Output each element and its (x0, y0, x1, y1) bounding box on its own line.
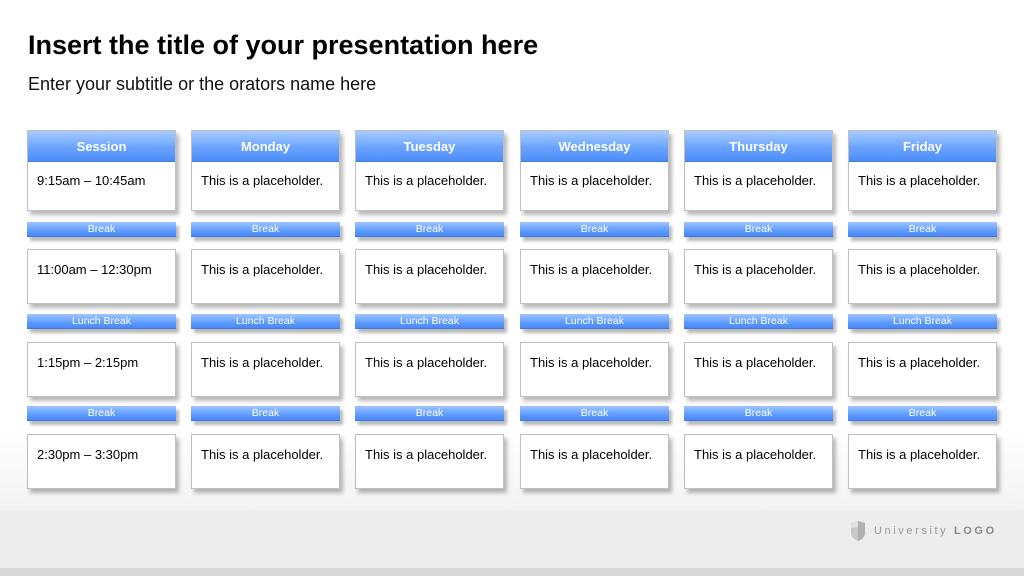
placeholder-text: This is a placeholder. (858, 262, 981, 277)
placeholder-text: This is a placeholder. (694, 355, 817, 370)
lunch-break-bar: Lunch Break (27, 314, 176, 329)
placeholder-text: This is a placeholder. (530, 447, 653, 462)
logo-bold-text: LOGO (953, 525, 997, 537)
column-header: Tuesday (356, 131, 503, 162)
schedule-cell: This is a placeholder. (848, 434, 997, 489)
column-header: Thursday (685, 131, 832, 162)
session-time: 11:00am – 12:30pm (37, 262, 152, 277)
placeholder-text: This is a placeholder. (201, 173, 324, 188)
break-bar: Break (520, 222, 669, 237)
session-time-cell: 1:15pm – 2:15pm (27, 342, 176, 397)
placeholder-text: This is a placeholder. (530, 355, 653, 370)
day-column-thursday: Thursday This is a placeholder. (684, 130, 833, 211)
session-header-cell: Session 9:15am – 10:45am (27, 130, 176, 211)
session-time: 1:15pm – 2:15pm (37, 355, 139, 370)
session-time-cell: 11:00am – 12:30pm (27, 249, 176, 304)
session-time-cell: 2:30pm – 3:30pm (27, 434, 176, 489)
break-bar: Break (191, 406, 340, 421)
column-header: Friday (849, 131, 996, 162)
schedule-cell: This is a placeholder. (520, 342, 669, 397)
footer-strip (0, 568, 1024, 576)
page-subtitle: Enter your subtitle or the orators name … (28, 74, 377, 94)
column-header: Session (28, 131, 175, 162)
schedule-cell: This is a placeholder. (520, 249, 669, 304)
placeholder-text: This is a placeholder. (858, 447, 981, 462)
schedule-cell: This is a placeholder. (848, 249, 997, 304)
day-column-wednesday: Wednesday This is a placeholder. (520, 130, 669, 211)
session-time: 2:30pm – 3:30pm (37, 447, 139, 462)
break-bar: Break (27, 406, 176, 421)
lunch-break-bar: Lunch Break (520, 314, 669, 329)
lunch-break-bar: Lunch Break (684, 314, 833, 329)
schedule-cell: This is a placeholder. (191, 434, 340, 489)
break-bar: Break (355, 222, 504, 237)
page-title: Insert the title of your presentation he… (28, 30, 539, 60)
column-header: Monday (192, 131, 339, 162)
schedule-cell: This is a placeholder. (355, 342, 504, 397)
placeholder-text: This is a placeholder. (858, 355, 981, 370)
column-header: Wednesday (521, 131, 668, 162)
break-bar: Break (848, 222, 997, 237)
session-time: 9:15am – 10:45am (37, 173, 146, 188)
day-column-monday: Monday This is a placeholder. (191, 130, 340, 211)
placeholder-text: This is a placeholder. (858, 173, 981, 188)
placeholder-text: This is a placeholder. (201, 447, 324, 462)
placeholder-text: This is a placeholder. (365, 173, 488, 188)
lunch-break-bar: Lunch Break (848, 314, 997, 329)
schedule-cell: This is a placeholder. (684, 249, 833, 304)
placeholder-text: This is a placeholder. (694, 262, 817, 277)
break-bar: Break (848, 406, 997, 421)
placeholder-text: This is a placeholder. (365, 447, 488, 462)
schedule-cell: This is a placeholder. (355, 434, 504, 489)
schedule-cell: This is a placeholder. (355, 249, 504, 304)
placeholder-text: This is a placeholder. (530, 173, 653, 188)
placeholder-text: This is a placeholder. (365, 262, 488, 277)
schedule-cell: This is a placeholder. (684, 342, 833, 397)
placeholder-text: This is a placeholder. (694, 173, 817, 188)
placeholder-text: This is a placeholder. (694, 447, 817, 462)
day-column-friday: Friday This is a placeholder. (848, 130, 997, 211)
logo-text: University LOGO (874, 525, 997, 537)
schedule-cell: This is a placeholder. (848, 342, 997, 397)
break-bar: Break (27, 222, 176, 237)
placeholder-text: This is a placeholder. (365, 355, 488, 370)
logo-university-text: University (874, 525, 949, 537)
break-bar: Break (355, 406, 504, 421)
break-bar: Break (191, 222, 340, 237)
lunch-break-bar: Lunch Break (355, 314, 504, 329)
schedule-cell: This is a placeholder. (191, 342, 340, 397)
schedule-cell: This is a placeholder. (520, 434, 669, 489)
break-bar: Break (684, 222, 833, 237)
day-column-tuesday: Tuesday This is a placeholder. (355, 130, 504, 211)
break-bar: Break (684, 406, 833, 421)
shield-icon (851, 521, 865, 541)
break-bar: Break (520, 406, 669, 421)
schedule-cell: This is a placeholder. (191, 249, 340, 304)
university-logo: University LOGO (850, 520, 997, 542)
lunch-break-bar: Lunch Break (191, 314, 340, 329)
schedule-cell: This is a placeholder. (684, 434, 833, 489)
placeholder-text: This is a placeholder. (201, 262, 324, 277)
placeholder-text: This is a placeholder. (530, 262, 653, 277)
placeholder-text: This is a placeholder. (201, 355, 324, 370)
